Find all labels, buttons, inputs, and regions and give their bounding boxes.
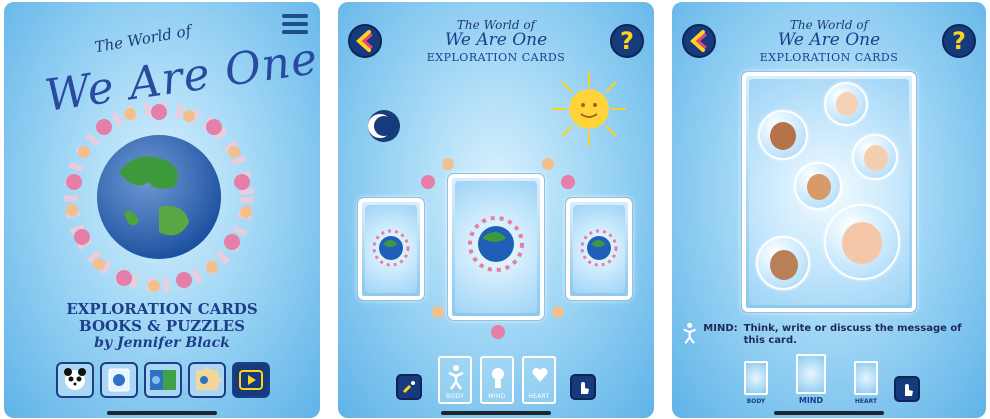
person-icon: [683, 322, 697, 344]
moon-icon: [368, 110, 400, 142]
subtitle: EXPLORATION CARDS: [759, 51, 899, 64]
title-big: We Are One: [444, 30, 548, 50]
category-body-label: BODY: [446, 393, 464, 400]
mini-card-heart-label: HEART: [854, 398, 878, 405]
puzzle-icon[interactable]: [188, 362, 226, 398]
home-indicator: [774, 411, 884, 415]
shuffle-icon[interactable]: [396, 374, 422, 400]
sun-icon: [552, 72, 626, 146]
mini-card-mind[interactable]: [796, 354, 826, 394]
books-puzzles-heading: BOOKS & PUZZLES: [78, 317, 246, 335]
category-row: BODY MIND HEART: [438, 356, 556, 404]
screen-home: The World of We Are One EXPLORATION CARD…: [4, 2, 320, 418]
globe-illustration: [64, 102, 254, 292]
home-indicator: [107, 411, 217, 415]
hand-tap-icon[interactable]: [894, 376, 920, 402]
card-right[interactable]: [566, 198, 632, 300]
child-bubble: [824, 82, 868, 126]
mini-card-body[interactable]: [744, 361, 768, 395]
mini-card-heart[interactable]: [854, 361, 878, 395]
card-center[interactable]: [448, 174, 544, 320]
screen-card-fan: ? The World of We Are One EXPLORATION CA…: [338, 2, 654, 418]
category-mind-label: MIND: [488, 393, 506, 400]
child-bubble: [852, 134, 898, 180]
card-message-row: MIND: Think, write or discuss the messag…: [682, 320, 977, 347]
books-icon[interactable]: [144, 362, 182, 398]
mini-card-mind-label: MIND: [798, 396, 824, 405]
mind-label: MIND:: [703, 323, 738, 334]
category-body[interactable]: BODY: [438, 356, 472, 404]
child-bubble: [758, 110, 808, 160]
mini-card-body-label: BODY: [746, 398, 766, 405]
menu-icon[interactable]: [282, 14, 308, 34]
subtitle: EXPLORATION CARDS: [426, 51, 566, 64]
title-small: The World of: [93, 21, 193, 57]
hand-tap-icon[interactable]: [570, 374, 596, 400]
title-big: We Are One: [777, 30, 881, 50]
category-mind[interactable]: MIND: [480, 356, 514, 404]
child-bubble: [824, 204, 900, 280]
child-bubble: [794, 162, 842, 210]
panda-icon[interactable]: [56, 362, 94, 398]
home-tiles: [56, 362, 270, 398]
child-bubble: [756, 236, 810, 290]
screen-card-detail: ? The World of We Are One EXPLORATION CA…: [672, 2, 986, 418]
mind-message: Think, write or discuss the message of t…: [743, 323, 962, 346]
card-left[interactable]: [358, 198, 424, 300]
home-indicator: [441, 411, 551, 415]
cards-icon[interactable]: [100, 362, 138, 398]
play-icon[interactable]: [232, 362, 270, 398]
exploration-cards-heading: EXPLORATION CARDS: [66, 300, 258, 318]
author-line: by Jennifer Black: [94, 335, 230, 351]
category-heart-label: HEART: [528, 393, 550, 400]
category-heart[interactable]: HEART: [522, 356, 556, 404]
card-detail[interactable]: [742, 72, 916, 312]
